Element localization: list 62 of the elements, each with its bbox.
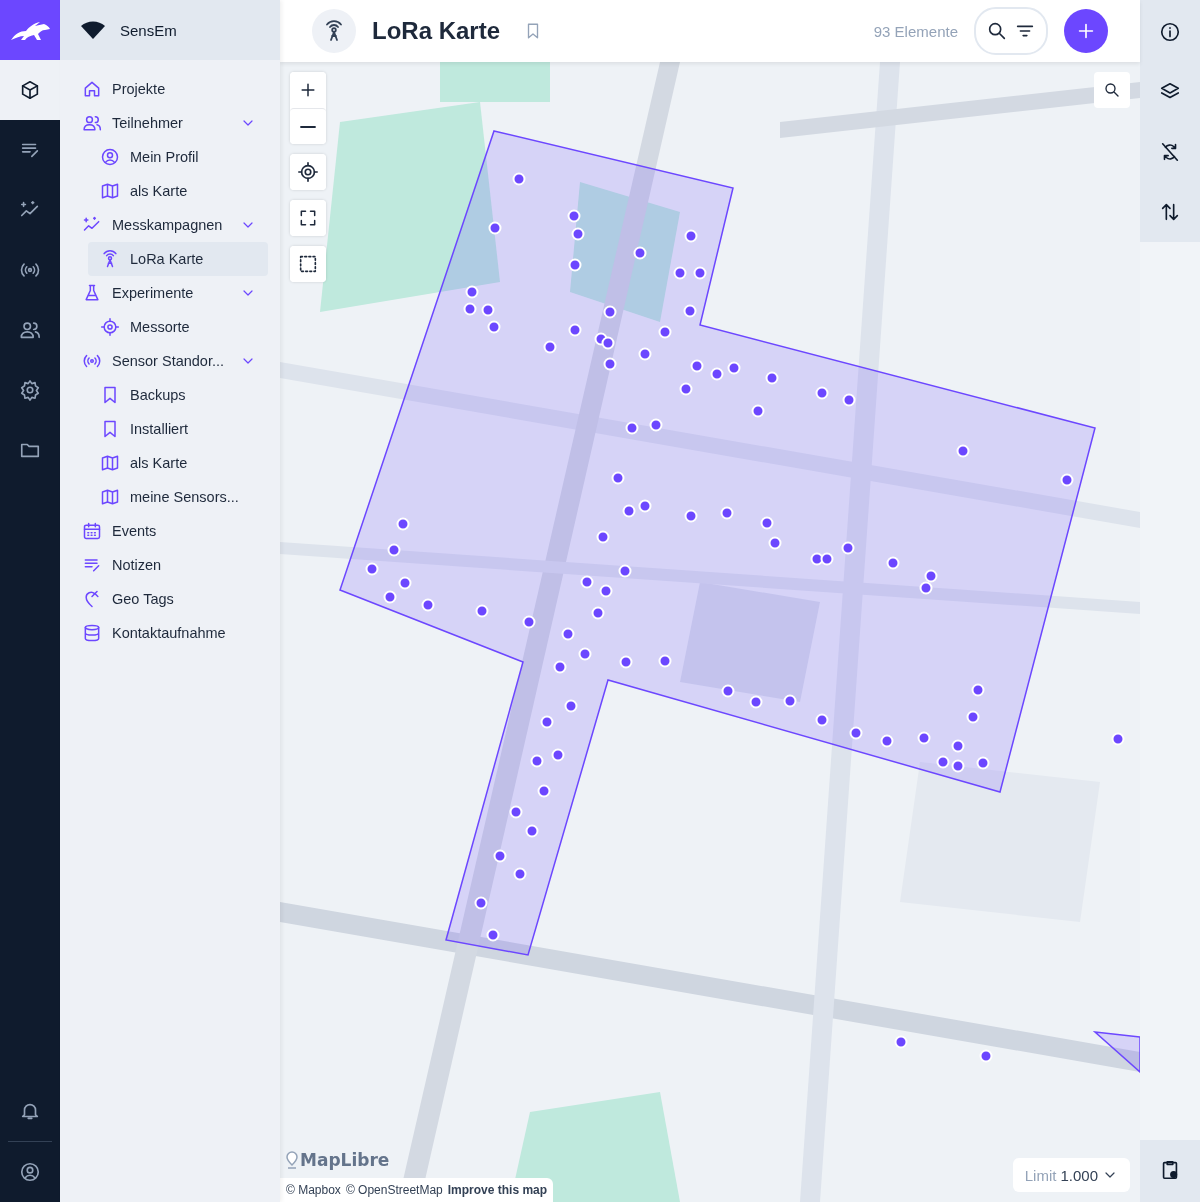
users-icon — [19, 319, 41, 341]
antenna-icon — [100, 249, 120, 269]
flask-icon — [82, 283, 102, 303]
element-count: 93 Elemente — [873, 22, 958, 40]
nav-item[interactable]: Messorte — [88, 310, 268, 344]
wifi-icon — [80, 21, 106, 39]
zoom-out-button[interactable] — [290, 108, 326, 144]
minus-icon — [299, 124, 317, 129]
info-icon — [1159, 21, 1181, 43]
measurement-area-polygon — [1092, 1031, 1140, 1074]
nav-item[interactable]: Kontaktaufnahme — [80, 616, 268, 650]
home-icon — [82, 79, 102, 99]
nav-item[interactable]: Messkampagnen — [80, 208, 268, 242]
search-icon — [986, 20, 1008, 42]
nav-item[interactable]: Experimente — [80, 276, 268, 310]
calendar-icon — [82, 521, 102, 541]
nav-item[interactable]: als Karte — [88, 446, 268, 480]
nav-item[interactable]: Geo Tags — [80, 582, 268, 616]
settings-icon — [19, 379, 41, 401]
nav-item[interactable]: Teilnehmer — [80, 106, 268, 140]
nav-item[interactable]: Backups — [88, 378, 268, 412]
user-circle-icon — [19, 1161, 41, 1183]
search-icon — [1103, 81, 1121, 99]
maplibre-logo: MapLibre — [300, 1150, 390, 1170]
nav-item[interactable]: Projekte — [80, 72, 268, 106]
map-search-button[interactable] — [1094, 72, 1130, 108]
box-select-button[interactable] — [290, 246, 326, 282]
improve-map-link[interactable]: Improve this map — [447, 1183, 548, 1197]
pin-icon — [286, 1151, 298, 1169]
nav-item[interactable]: LoRa Karte — [88, 242, 268, 276]
nav-item[interactable]: Mein Profil — [88, 140, 268, 174]
database-icon — [82, 623, 102, 643]
sync-off-icon — [1159, 141, 1181, 163]
nav-item[interactable]: Events — [80, 514, 268, 548]
search-button[interactable] — [986, 20, 1008, 42]
map-icon — [100, 181, 120, 201]
attribution-text: © OpenStreetMap — [345, 1183, 443, 1197]
dashed-square-icon — [297, 253, 319, 275]
map-icon — [100, 453, 120, 473]
nav-item[interactable]: Installiert — [88, 412, 268, 446]
locate-button[interactable] — [290, 154, 326, 190]
attribution-text: © Mapbox — [286, 1183, 341, 1197]
fullscreen-button[interactable] — [290, 200, 326, 236]
page-title: LoRa Karte — [372, 17, 501, 45]
page-icon-button[interactable] — [312, 9, 356, 53]
user-circle-icon — [100, 147, 120, 167]
nav-item[interactable]: meine Sensors... — [88, 480, 268, 514]
limit-dropdown[interactable]: Limit 1.000 — [1012, 1158, 1130, 1192]
workspace-name: SensEm — [120, 21, 177, 39]
cube-icon — [19, 79, 41, 101]
map-icon — [100, 487, 120, 507]
target-icon — [100, 317, 120, 337]
locate-icon — [297, 161, 319, 183]
nav-item[interactable]: Notizen — [80, 548, 268, 582]
up-down-arrows-icon — [1159, 201, 1181, 223]
zoom-in-button[interactable] — [290, 72, 326, 108]
add-button[interactable] — [1064, 9, 1108, 53]
users-icon — [82, 113, 102, 133]
fullscreen-icon — [298, 208, 318, 228]
rail-button[interactable] — [0, 60, 60, 120]
nav-item[interactable]: als Karte — [88, 174, 268, 208]
nav-item[interactable]: Sensor Standor... — [80, 344, 268, 378]
